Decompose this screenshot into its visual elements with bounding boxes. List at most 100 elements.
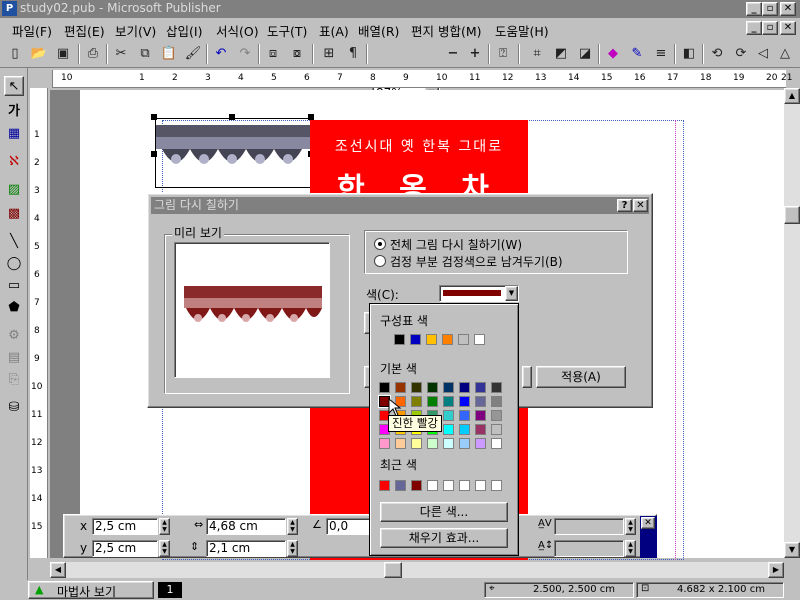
x-spinner[interactable]: ▲ ▼ [159, 518, 170, 535]
format-painter-icon[interactable]: 🖌 [182, 43, 204, 65]
basic-color-swatch[interactable] [379, 382, 390, 393]
save-icon[interactable]: ▣ [52, 43, 74, 65]
recolor-whole-label[interactable]: 전체 그림 다시 칠하기(W) [390, 236, 522, 253]
basic-color-swatch[interactable] [427, 382, 438, 393]
close-icon[interactable]: ✕ [641, 517, 655, 529]
menu-format[interactable]: 서식(O) [216, 21, 259, 40]
fill-color-icon[interactable]: ◆ [602, 43, 624, 65]
open-icon[interactable]: 📂 [28, 43, 50, 65]
basic-color-swatch[interactable] [475, 424, 486, 435]
scheme-color-swatch[interactable] [426, 334, 437, 345]
shadow-icon[interactable]: ◧ [678, 43, 700, 65]
recent-color-swatch[interactable] [459, 480, 470, 491]
doc-minimize-button[interactable]: _ [746, 21, 762, 35]
scheme-color-swatch[interactable] [442, 334, 453, 345]
basic-color-swatch[interactable] [459, 438, 470, 449]
cancel-button[interactable] [522, 366, 532, 388]
char-spacing-spinner[interactable]: ▲ ▼ [625, 518, 636, 535]
flip-horizontal-icon[interactable]: ◁ [752, 43, 774, 65]
scroll-left-icon[interactable]: ◀ [50, 562, 66, 578]
basic-color-swatch[interactable] [475, 396, 486, 407]
flip-vertical-icon[interactable]: △ [774, 43, 796, 65]
selected-picture-frame[interactable] [155, 118, 313, 188]
basic-color-swatch[interactable] [491, 424, 502, 435]
picture-frame-tool-icon[interactable]: ▨ [4, 180, 24, 200]
minimize-button[interactable]: _ [746, 2, 762, 16]
menu-file[interactable]: 파일(F) [12, 21, 52, 40]
recent-color-swatch[interactable] [395, 480, 406, 491]
custom-shapes-tool-icon[interactable]: ⬟ [4, 298, 24, 318]
oval-tool-icon[interactable]: ◯ [4, 254, 24, 274]
clip-gallery-tool-icon[interactable]: ▩ [4, 204, 24, 224]
basic-color-swatch[interactable] [443, 396, 454, 407]
doc-close-button[interactable]: ✕ [780, 21, 796, 35]
redo-icon[interactable]: ↷ [234, 43, 256, 65]
char-spacing-input[interactable] [554, 518, 624, 535]
horizontal-ruler[interactable]: 10 1 2 3 4 5 6 7 8 9 10 11 12 13 14 15 1… [52, 70, 792, 88]
maximize-button[interactable]: ▫ [762, 2, 778, 16]
basic-color-swatch[interactable] [427, 438, 438, 449]
new-icon[interactable]: ▯ [4, 43, 26, 65]
basic-color-swatch[interactable] [443, 410, 454, 421]
recent-color-swatch[interactable] [443, 480, 454, 491]
scroll-right-icon[interactable]: ▶ [768, 562, 784, 578]
basic-color-swatch[interactable] [491, 396, 502, 407]
scheme-color-swatch[interactable] [410, 334, 421, 345]
more-colors-button[interactable]: 다른 색... [380, 502, 508, 522]
text-frame-tool-icon[interactable]: 가 [4, 102, 24, 122]
close-button[interactable]: ✕ [780, 2, 796, 16]
basic-color-swatch[interactable] [443, 438, 454, 449]
menu-insert[interactable]: 삽입(I) [166, 21, 202, 40]
scheme-color-swatch[interactable] [458, 334, 469, 345]
basic-color-swatch[interactable] [411, 382, 422, 393]
fill-effects-button[interactable]: 채우기 효과... [380, 528, 508, 548]
line-spacing-input[interactable] [554, 540, 624, 557]
menu-tools[interactable]: 도구(T) [267, 21, 307, 40]
menu-table[interactable]: 표(A) [319, 21, 349, 40]
basic-color-swatch[interactable] [395, 438, 406, 449]
selection-handle[interactable] [229, 114, 235, 120]
menu-help[interactable]: 도움말(H) [495, 21, 549, 40]
zoom-in-icon[interactable]: + [464, 43, 486, 65]
custom-rotate-icon[interactable]: ⊞ [318, 43, 340, 65]
recolor-whole-radio[interactable] [374, 238, 386, 250]
pointer-tool-icon[interactable]: ↖ [4, 76, 24, 96]
selection-handle[interactable] [151, 151, 157, 157]
scroll-down-icon[interactable]: ▼ [784, 542, 800, 558]
leave-black-label[interactable]: 검정 부분 검정색으로 남겨두기(B) [390, 253, 563, 270]
form-control-icon[interactable]: ▤ [4, 348, 24, 368]
basic-color-swatch[interactable] [491, 382, 502, 393]
cut-icon[interactable]: ✂ [110, 43, 132, 65]
send-to-back-icon[interactable]: ⧇ [286, 43, 308, 65]
scroll-thumb[interactable] [784, 206, 800, 224]
rotate-left-icon[interactable]: ⟲ [706, 43, 728, 65]
line-border-style-icon[interactable]: ≡ [650, 43, 672, 65]
basic-color-swatch[interactable] [475, 438, 486, 449]
print-icon[interactable]: ⎙ [82, 43, 104, 65]
basic-color-swatch[interactable] [459, 382, 470, 393]
rotation-input[interactable]: 0,0 [326, 518, 370, 535]
paste-icon[interactable]: 📋 [158, 43, 180, 65]
vertical-ruler[interactable]: 1 2 3 4 5 6 7 8 9 10 11 12 13 14 15 [30, 88, 48, 558]
chevron-down-icon[interactable]: ▼ [505, 286, 518, 301]
basic-color-swatch[interactable] [427, 396, 438, 407]
color-select[interactable]: ▼ [439, 285, 519, 302]
page-navigator[interactable]: 1 [158, 582, 182, 598]
scroll-up-icon[interactable]: ▲ [784, 88, 800, 104]
basic-color-swatch[interactable] [459, 396, 470, 407]
rotate-right-icon[interactable]: ⟳ [730, 43, 752, 65]
bring-to-front-icon[interactable]: ⧈ [262, 43, 284, 65]
basic-color-swatch[interactable] [411, 438, 422, 449]
vertical-scrollbar[interactable]: ▲ ▼ [784, 88, 800, 558]
height-input[interactable]: 2,1 cm [206, 540, 286, 557]
scheme-color-swatch[interactable] [474, 334, 485, 345]
table-frame-tool-icon[interactable]: ▦ [4, 124, 24, 144]
basic-color-swatch[interactable] [459, 410, 470, 421]
zoom-out-icon[interactable]: − [442, 43, 464, 65]
basic-color-swatch[interactable] [475, 382, 486, 393]
help-pointer-icon[interactable]: ⍰ [492, 43, 514, 65]
wrap-to-frame-icon[interactable]: ◩ [550, 43, 572, 65]
ole-object-icon[interactable]: ⚙ [4, 326, 24, 346]
line-tool-icon[interactable]: ╲ [4, 232, 24, 252]
recent-color-swatch[interactable] [411, 480, 422, 491]
